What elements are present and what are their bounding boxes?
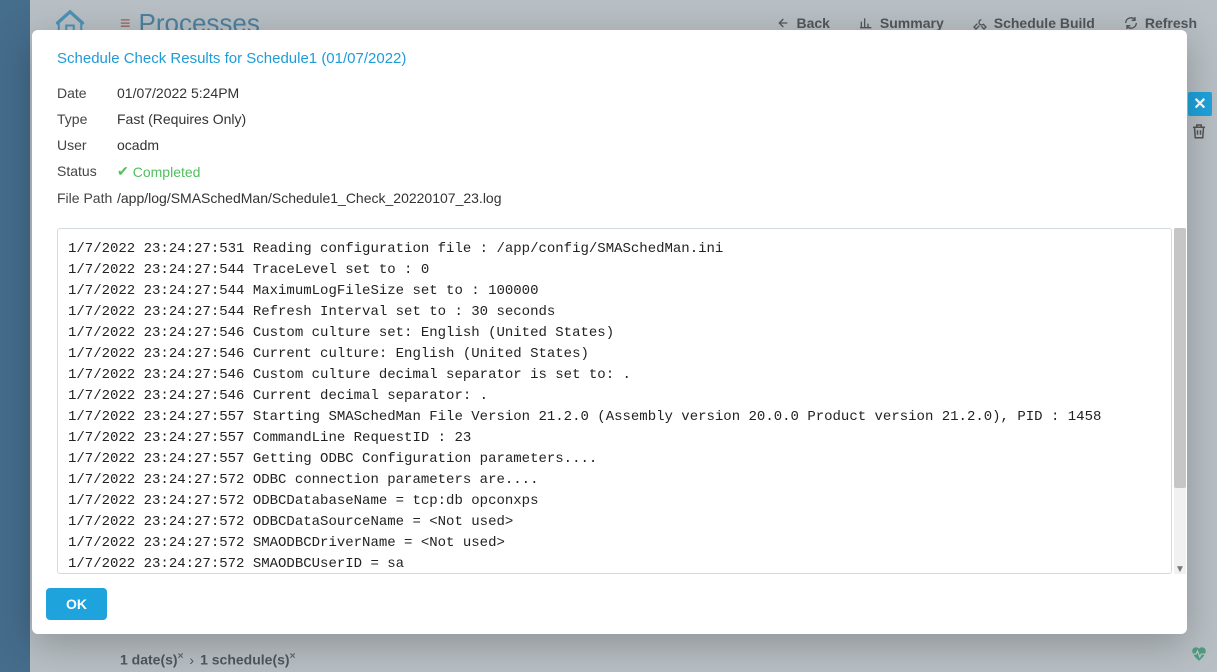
date-value: 01/07/2022 5:24PM [117,85,239,101]
check-icon: ✔ [117,163,129,180]
type-label: Type [57,111,117,127]
filepath-label: File Path [57,190,117,206]
trash-icon[interactable] [1190,122,1208,145]
user-label: User [57,137,117,153]
schedule-check-results-dialog: Schedule Check Results for Schedule1 (01… [32,30,1187,634]
log-text: 1/7/2022 23:24:27:531 Reading configurat… [68,239,1171,574]
type-value: Fast (Requires Only) [117,111,246,127]
log-output[interactable]: 1/7/2022 23:24:27:531 Reading configurat… [57,228,1172,574]
side-panel-close-button[interactable]: ✕ [1188,92,1212,116]
dialog-title: Schedule Check Results for Schedule1 (01… [57,50,1157,67]
scrollbar-thumb[interactable] [1174,228,1186,488]
date-label: Date [57,85,117,101]
scrollbar-down-arrow[interactable]: ▼ [1174,564,1186,576]
status-value: ✔ Completed [117,163,200,180]
ok-button[interactable]: OK [46,588,107,620]
user-value: ocadm [117,137,159,153]
filepath-value: /app/log/SMASchedMan/Schedule1_Check_202… [117,190,502,206]
status-label: Status [57,163,117,180]
